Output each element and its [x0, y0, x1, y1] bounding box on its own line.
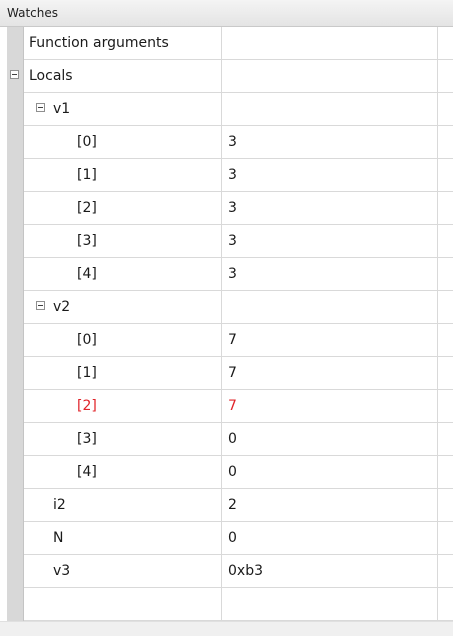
watch-name-label: i2 [53, 497, 66, 513]
watch-value-cell[interactable]: 0xb3 [222, 555, 438, 587]
watch-name-label: [3] [77, 233, 97, 249]
watch-name-cell[interactable]: [3] [24, 225, 222, 257]
watch-name-cell[interactable]: v2 [24, 291, 222, 323]
watch-value-cell[interactable] [222, 291, 438, 323]
left-gutter [0, 27, 7, 621]
watch-row[interactable]: i2 2 [24, 489, 453, 522]
collapse-toggle-icon[interactable] [36, 301, 45, 310]
watch-name-label: [2] [77, 200, 97, 216]
watch-name-cell[interactable]: v3 [24, 555, 222, 587]
watch-name-cell[interactable]: Function arguments [24, 27, 222, 59]
watch-name-label: N [53, 530, 64, 546]
watch-name-cell[interactable]: [0] [24, 126, 222, 158]
watch-name-label: Locals [29, 68, 73, 84]
watch-name-cell[interactable]: [4] [24, 258, 222, 290]
watch-row[interactable]: [2] 3 [24, 192, 453, 225]
watch-name-label: [1] [77, 365, 97, 381]
watch-value-cell[interactable]: 3 [222, 126, 438, 158]
watch-row[interactable]: [3] 0 [24, 423, 453, 456]
watch-row[interactable]: [1] 3 [24, 159, 453, 192]
watch-grid: Function arguments Locals v1 [0] 3 [1] 3 [2] 3 [3… [0, 27, 453, 621]
watch-name-label: v2 [53, 299, 71, 315]
watch-value-cell[interactable]: 0 [222, 423, 438, 455]
watch-row[interactable]: Locals [10, 60, 453, 93]
watch-row[interactable] [24, 588, 453, 621]
watch-value-cell[interactable] [222, 588, 438, 620]
watch-name-label: [4] [77, 464, 97, 480]
watch-name-cell[interactable]: [2] [24, 390, 222, 422]
watch-row[interactable]: [4] 3 [24, 258, 453, 291]
watch-value-cell[interactable]: 3 [222, 225, 438, 257]
watch-name-cell[interactable]: [3] [24, 423, 222, 455]
watch-row[interactable]: [2] 7 [24, 390, 453, 423]
watch-row[interactable]: v3 0xb3 [24, 555, 453, 588]
collapse-toggle-icon[interactable] [10, 70, 19, 79]
watch-row[interactable]: Function arguments [24, 27, 453, 60]
watch-name-cell[interactable]: i2 [24, 489, 222, 521]
watch-name-cell[interactable] [24, 588, 222, 620]
watch-row[interactable]: [1] 7 [24, 357, 453, 390]
watch-name-label: [1] [77, 167, 97, 183]
panel-title: Watches [0, 0, 453, 27]
row-indicator-column [7, 27, 24, 621]
watch-name-cell[interactable]: [2] [24, 192, 222, 224]
watch-value-cell[interactable]: 3 [222, 192, 438, 224]
watches-panel: Watches Function arguments Locals v1 [0] 3 [1… [0, 0, 453, 636]
watch-name-label: [0] [77, 332, 97, 348]
watch-value-cell[interactable]: 7 [222, 324, 438, 356]
watch-name-cell[interactable]: [4] [24, 456, 222, 488]
watch-row[interactable]: N0 [24, 522, 453, 555]
watch-row[interactable]: [4] 0 [24, 456, 453, 489]
watch-name-label: v3 [53, 563, 71, 579]
horizontal-scrollbar[interactable] [0, 621, 453, 636]
watch-value-cell[interactable]: 7 [222, 390, 438, 422]
watch-name-label: [2] [77, 398, 97, 414]
watch-name-label: [3] [77, 431, 97, 447]
watch-value-cell[interactable]: 0 [222, 522, 438, 554]
watch-value-cell[interactable]: 3 [222, 258, 438, 290]
watch-name-cell[interactable]: [0] [24, 324, 222, 356]
watch-value-cell[interactable] [222, 93, 438, 125]
watch-row[interactable]: v1 [24, 93, 453, 126]
watch-name-label: v1 [53, 101, 71, 117]
watch-name-label: Function arguments [29, 35, 169, 51]
watch-row[interactable]: [3] 3 [24, 225, 453, 258]
watch-name-label: [0] [77, 134, 97, 150]
watch-row[interactable]: [0] 7 [24, 324, 453, 357]
watch-name-cell[interactable]: Locals [10, 60, 222, 92]
watch-name-cell[interactable]: v1 [24, 93, 222, 125]
watch-value-cell[interactable]: 0 [222, 456, 438, 488]
watch-name-cell[interactable]: [1] [24, 159, 222, 191]
watch-name-cell[interactable]: N [24, 522, 222, 554]
watch-value-cell[interactable]: 7 [222, 357, 438, 389]
collapse-toggle-icon[interactable] [36, 103, 45, 112]
watch-value-cell[interactable] [222, 60, 438, 92]
watch-value-cell[interactable]: 2 [222, 489, 438, 521]
watch-row[interactable]: v2 [24, 291, 453, 324]
watch-row[interactable]: [0] 3 [24, 126, 453, 159]
watch-value-cell[interactable]: 3 [222, 159, 438, 191]
watch-name-label: [4] [77, 266, 97, 282]
watch-name-cell[interactable]: [1] [24, 357, 222, 389]
watch-value-cell[interactable] [222, 27, 438, 59]
